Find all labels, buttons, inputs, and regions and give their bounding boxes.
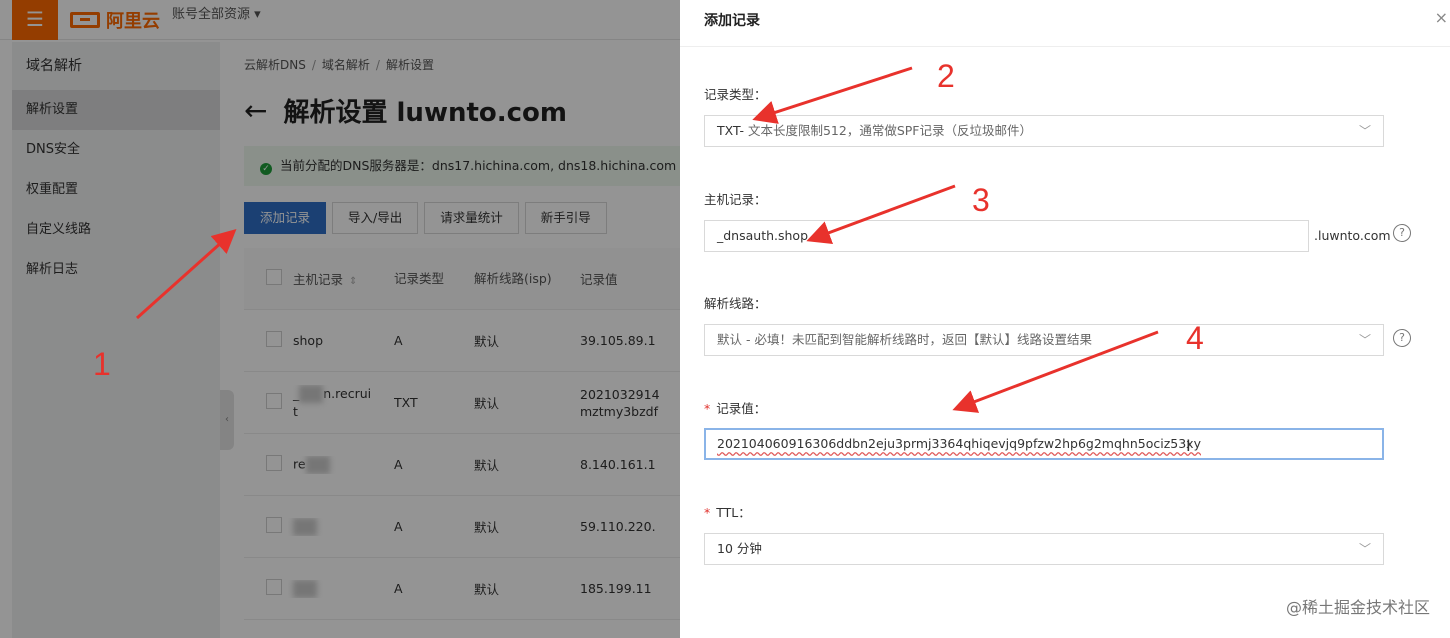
modal-overlay[interactable] xyxy=(0,0,680,638)
resolve-line-select[interactable]: 默认 - 必填！未匹配到智能解析线路时，返回【默认】线路设置结果 ﹀ xyxy=(704,324,1384,356)
required-mark: * xyxy=(704,401,711,416)
help-icon[interactable]: ? xyxy=(1393,224,1411,242)
required-mark: * xyxy=(704,505,711,520)
record-type-value: TXT- xyxy=(717,123,744,138)
record-type-select[interactable]: TXT- 文本长度限制512，通常做SPF记录（反垃圾邮件） ﹀ xyxy=(704,115,1384,147)
annotation-label-4: 4 xyxy=(1186,320,1204,356)
host-record-value: _dnsauth.shop xyxy=(717,228,809,243)
watermark: @稀土掘金技术社区 xyxy=(1285,598,1430,617)
ttl-select[interactable]: 10 分钟 ﹀ xyxy=(704,533,1384,565)
add-record-drawer: 添加记录 × 记录类型： TXT- 文本长度限制512，通常做SPF记录（反垃圾… xyxy=(680,0,1450,638)
annotation-label-1: 1 xyxy=(93,346,111,382)
annotation-label-2: 2 xyxy=(937,58,955,94)
domain-suffix: .luwnto.com xyxy=(1314,228,1391,243)
host-record-label: 主机记录： xyxy=(704,192,767,207)
text-cursor-icon: I xyxy=(1186,436,1191,455)
chevron-down-icon: ﹀ xyxy=(1358,542,1371,556)
drawer-divider xyxy=(680,46,1450,47)
chevron-down-icon: ﹀ xyxy=(1358,333,1371,347)
record-type-label: 记录类型： xyxy=(704,87,767,102)
close-icon[interactable]: × xyxy=(1435,8,1448,27)
host-record-input[interactable]: _dnsauth.shop xyxy=(704,220,1309,252)
ttl-value: 10 分钟 xyxy=(717,541,762,556)
dns-console: ☰ 阿里云 账号全部资源 ▾ 域名解析 解析设置 DNS安全 权重配置 自定义线… xyxy=(0,0,680,638)
record-type-hint: 文本长度限制512，通常做SPF记录（反垃圾邮件） xyxy=(747,123,1032,138)
annotation-label-3: 3 xyxy=(972,182,990,218)
resolve-line-label: 解析线路： xyxy=(704,296,767,311)
resolve-line-value: 默认 - 必填！未匹配到智能解析线路时，返回【默认】线路设置结果 xyxy=(717,332,1092,347)
record-value-input[interactable]: 202104060916306ddbn2eju3prmj3364qhiqevjq… xyxy=(704,428,1384,460)
chevron-down-icon: ﹀ xyxy=(1358,124,1371,138)
ttl-label: * TTL： xyxy=(704,505,751,520)
record-value-label: * 记录值： xyxy=(704,401,767,416)
help-icon[interactable]: ? xyxy=(1393,329,1411,347)
record-value-text: 202104060916306ddbn2eju3prmj3364qhiqevjq… xyxy=(717,436,1201,451)
drawer-title: 添加记录 xyxy=(704,13,760,29)
